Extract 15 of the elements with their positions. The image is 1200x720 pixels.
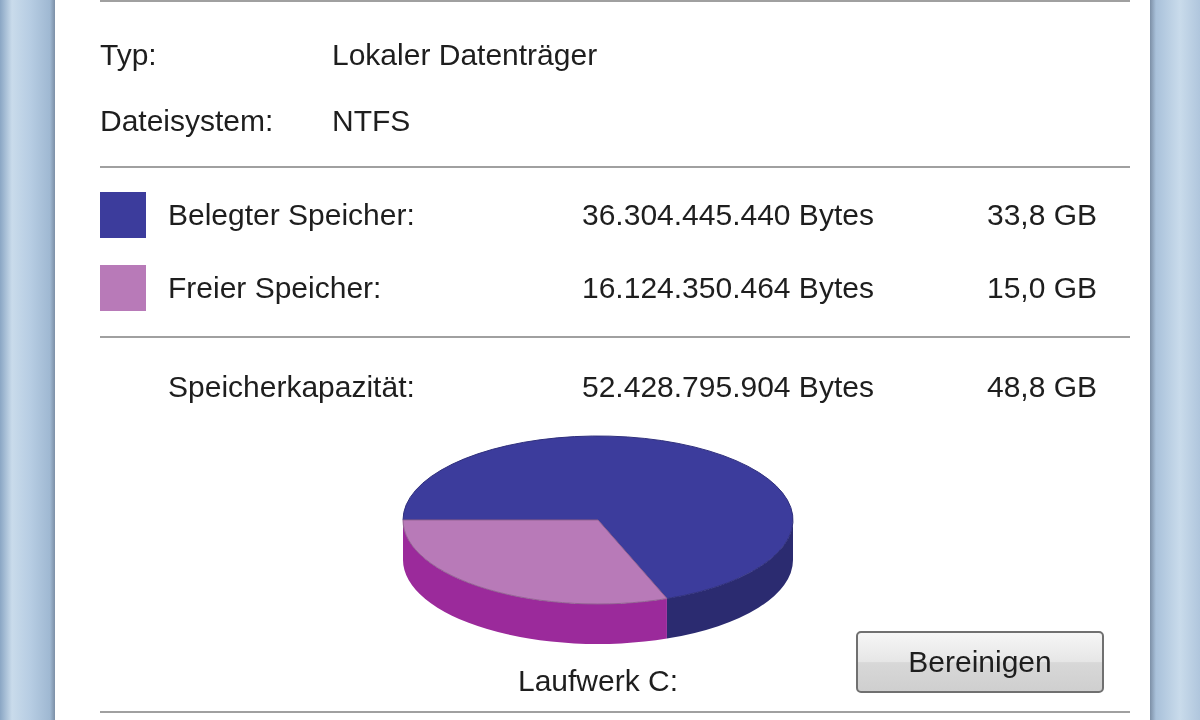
drive-label: Laufwerk C: bbox=[517, 663, 679, 699]
field-value: Lokaler Datenträger bbox=[332, 37, 599, 73]
size-value: 15,0 GB bbox=[987, 270, 1099, 306]
usage-label: Freier Speicher: bbox=[168, 270, 383, 306]
cleanup-button[interactable]: Bereinigen bbox=[856, 631, 1104, 693]
usage-label: Belegter Speicher: bbox=[168, 197, 416, 233]
byte-count: 16.124.350.464 Bytes bbox=[582, 270, 875, 306]
capacity-label: Speicherkapazität: bbox=[168, 369, 416, 405]
field-label: Typ: bbox=[100, 37, 158, 73]
size-value: 48,8 GB bbox=[987, 369, 1099, 405]
byte-count: 36.304.445.440 Bytes bbox=[582, 197, 875, 233]
size-value: 33,8 GB bbox=[987, 197, 1099, 233]
field-label: Dateisystem: bbox=[100, 103, 275, 139]
field-value: NTFS bbox=[332, 103, 412, 139]
byte-count: 52.428.795.904 Bytes bbox=[582, 369, 875, 405]
